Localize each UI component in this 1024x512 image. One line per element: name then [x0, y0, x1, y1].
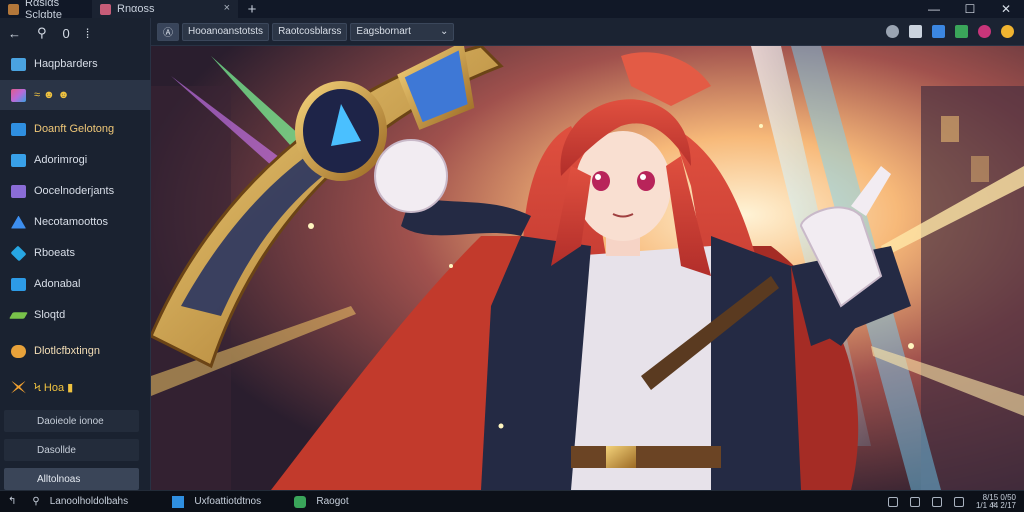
browser-tab-2[interactable]: Rnαoss ×: [92, 0, 238, 18]
folder-icon: [11, 57, 26, 71]
sidebar: ← ⚲ 0 ⁞ Haqpbarders ≈ ☻ ☻ Doanft Geloton…: [0, 18, 151, 490]
toolbar-button-2[interactable]: Raotcosblarss: [272, 22, 348, 41]
taskbar-search[interactable]: ⚲ Lanoolholdolbahs: [24, 491, 164, 512]
tray-clock[interactable]: 8/15 0/50 1/1 4ͦ4 2/17: [975, 493, 1016, 510]
artwork-viewport: [151, 46, 1024, 490]
toolbar-button-1[interactable]: Hooanoanstotsts: [182, 22, 270, 41]
taskbar-app-2[interactable]: Raogot: [286, 491, 356, 512]
anime-hero-illustration: [151, 46, 1024, 490]
sidebar-item-8[interactable]: Adonabal: [0, 272, 151, 296]
sidebar-item-10[interactable]: Dlotlcfbxtingn: [0, 338, 151, 364]
palette-icon: [11, 88, 26, 102]
reward-icon[interactable]: [1001, 25, 1014, 38]
info-icon[interactable]: 0: [63, 26, 70, 41]
toolbar: Ⓐ Hooanoanstotsts Raotcosblarss Eagsborn…: [151, 18, 1024, 46]
tray-volume-icon[interactable]: [931, 496, 942, 507]
tab-title: Rnαoss: [117, 3, 155, 15]
tab-favicon-icon: [8, 3, 19, 15]
sidebar-item-label: Dlotlcfbxtingn: [34, 345, 101, 357]
search-icon: ⚲: [32, 496, 40, 507]
maximize-button[interactable]: ☐: [952, 0, 988, 18]
sidebar-item-label: Oocelnoderjants: [34, 185, 115, 197]
panel-icon: [11, 277, 26, 291]
taskbar: ↰ ⚲ Lanoolholdolbahs Uxfoattiotdtnos Rao…: [0, 490, 1024, 512]
system-tray: 8/15 0/50 1/1 4ͦ4 2/17: [887, 493, 1024, 510]
sidebar-item-7[interactable]: Rboeats: [0, 241, 151, 265]
swords-icon: [11, 380, 26, 394]
sidebar-subitem-3[interactable]: Alltolnoas: [4, 468, 139, 490]
extension-blue-icon[interactable]: [932, 25, 945, 38]
close-window-button[interactable]: ✕: [988, 0, 1024, 18]
tray-window-icon[interactable]: [887, 496, 898, 507]
grid-icon: [11, 184, 26, 198]
back-arrow-icon[interactable]: ←: [8, 26, 21, 41]
sidebar-item-label: Doanft Gelotong: [34, 123, 115, 135]
sidebar-item-11[interactable]: Ϟ Hoa ▮: [0, 374, 151, 400]
start-icon: ↰: [8, 496, 17, 507]
image-icon: [11, 153, 26, 167]
sidebar-item-4[interactable]: Adorimrogi: [0, 148, 151, 172]
toolbar-dropdown[interactable]: Eagsbornart ⌄: [350, 22, 455, 41]
taskbar-app-label: Uxfoattiotdtnos: [194, 496, 262, 507]
sidebar-item-1[interactable]: Haqpbarders: [0, 50, 151, 78]
sidebar-item-label: Ϟ Hoa ▮: [34, 381, 74, 394]
title-bar: Rαsiαs Sclαbte Rnαoss × + — ☐ ✕: [0, 0, 1024, 21]
browser-tab-1[interactable]: Rαsiαs Sclαbte: [0, 0, 92, 21]
profile-icon[interactable]: [978, 25, 991, 38]
extension-green-icon[interactable]: [955, 25, 968, 38]
sidebar-item-label: Adorimrogi: [34, 154, 88, 166]
sidebar-nav: ← ⚲ 0 ⁞: [0, 18, 150, 48]
minimize-button[interactable]: —: [916, 0, 952, 18]
layers-icon: [11, 122, 26, 136]
more-icon[interactable]: ⁞: [86, 26, 90, 41]
tray-battery-icon[interactable]: [953, 496, 964, 507]
dropdown-label: Eagsbornart: [356, 26, 411, 37]
brush-icon: [9, 311, 28, 319]
figure-icon: [11, 215, 26, 229]
tab-favicon-icon: [100, 3, 111, 15]
toolbar-extension-icons: [886, 25, 1024, 38]
sidebar-item-6[interactable]: Necotamoottos: [0, 210, 151, 234]
cloud-icon: [11, 344, 26, 358]
start-button[interactable]: ↰: [0, 491, 24, 512]
taskbar-app-label: Raogot: [316, 496, 349, 507]
tray-network-icon[interactable]: [909, 496, 920, 507]
search-placeholder: Lanoolholdolbahs: [49, 496, 129, 507]
sidebar-subitem-2[interactable]: Dasollde: [4, 439, 139, 461]
sidebar-item-label: Adonabal: [34, 278, 81, 290]
taskbar-app-1[interactable]: Uxfoattiotdtnos: [164, 491, 286, 512]
puzzle-icon[interactable]: [909, 25, 922, 38]
window-controls: — ☐ ✕: [916, 0, 1024, 18]
tab-close-icon[interactable]: ×: [224, 2, 230, 14]
sidebar-item-9[interactable]: Sloqtd: [0, 303, 151, 327]
sidebar-item-label: Haqpbarders: [34, 58, 98, 70]
sidebar-item-label: Necotamoottos: [34, 216, 108, 228]
sidebar-item-label: Sloqtd: [34, 309, 66, 321]
app-green-icon: [294, 495, 307, 508]
sidebar-item-2[interactable]: ≈ ☻ ☻: [0, 80, 151, 110]
chevron-down-icon: ⌄: [440, 26, 449, 37]
search-icon[interactable]: ⚲: [37, 25, 47, 41]
clock-line-2: 1/1 4ͦ4 2/17: [975, 500, 1016, 510]
sidebar-item-5[interactable]: Oocelnoderjants: [0, 179, 151, 203]
sidebar-item-label: ≈ ☻ ☻: [34, 89, 70, 101]
shield-icon[interactable]: [886, 25, 899, 38]
app-window-icon: [172, 495, 185, 508]
sidebar-subitem-1[interactable]: Daoieole ionoe: [4, 410, 139, 432]
toolbar-a-button[interactable]: Ⓐ: [157, 22, 179, 41]
new-tab-button[interactable]: +: [238, 0, 266, 18]
sidebar-item-3[interactable]: Doanft Gelotong: [0, 117, 151, 141]
sidebar-item-label: Rboeats: [34, 247, 75, 259]
cube-icon: [10, 245, 27, 261]
